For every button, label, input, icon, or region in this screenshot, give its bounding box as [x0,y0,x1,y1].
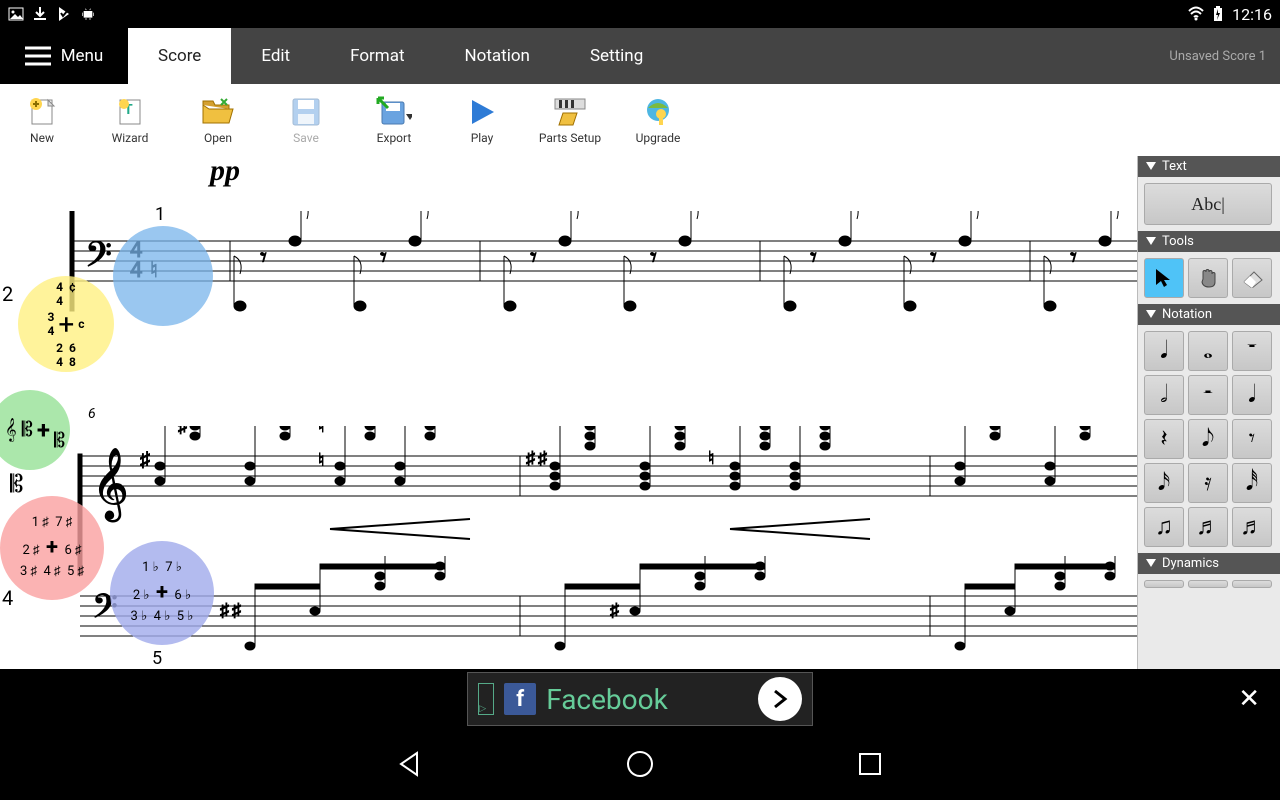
alto-clef-icon: 𝄡 [10,472,23,499]
notation-item-8[interactable]: 𝄾 [1232,419,1272,459]
ad-text: Facebook [546,683,668,716]
svg-text:♮: ♮ [708,448,714,469]
sharps-bubble[interactable]: 1 ♯ 7 ♯2 ♯ + 6 ♯3 ♯ 4 ♯ 5 ♯ [0,496,104,600]
timesig-bubble[interactable]: 44 ¢ 34 + c 24 68 [18,276,114,372]
svg-text:♮: ♮ [318,450,324,471]
dynamics-item[interactable] [1144,580,1184,588]
facebook-icon: f [504,683,536,715]
svg-text:♯: ♯ [140,447,150,471]
upgrade-button[interactable]: Upgrade [626,96,690,145]
toolbar: New TWizard Open Save Export Play Parts … [0,84,1280,156]
notation-grid: 𝅘𝅥𝅝𝄻𝅗𝅥𝄼𝅘𝅥𝄽𝅘𝅥𝅮𝄾𝅘𝅥𝅯𝄿𝅘𝅥𝅰♫♬♬ [1138,325,1280,553]
svg-text:♯: ♯ [538,448,547,469]
svg-text:𝄾: 𝄾 [260,243,267,273]
side-panel: Text Abc| Tools Notation 𝅘𝅥𝅝𝄻𝅗𝅥𝄼𝅘𝅥𝄽𝅘𝅥𝅮𝄾𝅘… [1137,156,1280,669]
image-icon [8,6,24,22]
tab-strip: Score Edit Format Notation Setting [128,28,1169,84]
open-button[interactable]: Open [186,96,250,145]
svg-text:𝄾: 𝄾 [930,243,937,273]
panel-head-dynamics[interactable]: Dynamics [1138,553,1280,574]
tab-score[interactable]: Score [128,28,231,84]
wizard-button[interactable]: TWizard [98,96,162,145]
notation-item-1[interactable]: 𝅝 [1188,331,1228,371]
hamburger-menu-button[interactable]: Menu [0,28,128,84]
panel-head-tools[interactable]: Tools [1138,231,1280,252]
svg-text:𝄾: 𝄾 [1070,243,1077,273]
hamburger-icon [25,46,51,66]
fingering-5: 5 [152,648,162,669]
status-bar: 12:16 [0,0,1280,28]
svg-text:𝄾: 𝄾 [810,243,817,273]
svg-text:♯: ♯ [178,426,187,437]
wifi-icon [1188,6,1204,22]
android-icon [80,6,96,22]
svg-text:♮: ♮ [318,426,324,437]
menu-label: Menu [61,46,104,66]
svg-text:𝄾: 𝄾 [380,243,387,273]
notation-item-4[interactable]: 𝄼 [1188,375,1228,415]
menu-bar: Menu Score Edit Format Notation Setting … [0,28,1280,84]
android-nav-bar [0,729,1280,799]
text-insert-button[interactable]: Abc| [1144,183,1272,225]
bar-number-6: 6 [88,406,96,422]
notation-item-10[interactable]: 𝄿 [1188,463,1228,503]
document-title: Unsaved Score 1 [1169,28,1280,84]
notation-item-0[interactable]: 𝅘𝅥 [1144,331,1184,371]
parts-setup-button[interactable]: Parts Setup [538,96,602,145]
notation-item-5[interactable]: 𝅘𝅥 [1232,375,1272,415]
dynamics-item[interactable] [1232,580,1272,588]
check-play-icon [56,6,72,22]
dynamic-pp: pp [210,156,240,188]
svg-text:𝄢: 𝄢 [85,235,112,284]
workspace: pp 2 4 𝄢 44 ♮ 𝄾 𝄾 𝄾 𝄾 𝄾 𝄾 [0,156,1280,669]
svg-text:𝄞: 𝄞 [92,447,129,522]
export-button[interactable]: Export [362,96,426,145]
notation-item-13[interactable]: ♬ [1188,507,1228,547]
notation-item-12[interactable]: ♫ [1144,507,1184,547]
flats-bubble[interactable]: 1 ♭ 7 ♭2 ♭ + 6 ♭3 ♭ 4 ♭ 5 ♭ [110,541,214,645]
download-icon [32,6,48,22]
svg-text:♯: ♯ [526,448,535,469]
dynamics-item[interactable] [1188,580,1228,588]
panel-head-notation[interactable]: Notation [1138,304,1280,325]
svg-text:♯: ♯ [220,600,229,621]
notation-item-7[interactable]: 𝅘𝅥𝅮 [1188,419,1228,459]
svg-text:♯: ♯ [232,600,241,621]
ad-go-button[interactable] [758,677,802,721]
tab-setting[interactable]: Setting [560,28,673,84]
ad-banner[interactable]: ▷ f Facebook [467,672,813,726]
notation-item-2[interactable]: 𝄻 [1232,331,1272,371]
svg-text:𝄾: 𝄾 [650,243,657,273]
tool-hand[interactable] [1188,258,1228,298]
panel-head-text[interactable]: Text [1138,156,1280,177]
home-button[interactable] [625,749,655,779]
notation-item-6[interactable]: 𝄽 [1144,419,1184,459]
tab-format[interactable]: Format [320,28,434,84]
notation-item-3[interactable]: 𝅗𝅥 [1144,375,1184,415]
new-button[interactable]: New [10,96,74,145]
notation-item-9[interactable]: 𝅘𝅥𝅯 [1144,463,1184,503]
score-canvas[interactable]: pp 2 4 𝄢 44 ♮ 𝄾 𝄾 𝄾 𝄾 𝄾 𝄾 [0,156,1137,669]
tool-pointer[interactable] [1144,258,1184,298]
battery-icon [1210,6,1226,22]
tool-eraser[interactable] [1232,258,1272,298]
save-button[interactable]: Save [274,96,338,145]
clock: 12:16 [1232,5,1272,24]
svg-text:𝄾: 𝄾 [530,243,537,273]
play-button[interactable]: Play [450,96,514,145]
recent-apps-button[interactable] [855,749,885,779]
notation-item-11[interactable]: 𝅘𝅥𝅰 [1232,463,1272,503]
note-bubble[interactable] [113,226,213,326]
notation-item-14[interactable]: ♬ [1232,507,1272,547]
ad-close-button[interactable]: ✕ [1238,684,1260,714]
back-button[interactable] [395,749,425,779]
svg-text:♯: ♯ [610,600,619,621]
tab-edit[interactable]: Edit [231,28,320,84]
fingering-1: 1 [155,204,165,225]
tab-notation[interactable]: Notation [435,28,560,84]
ad-bar: ▷ f Facebook ✕ [0,669,1280,729]
